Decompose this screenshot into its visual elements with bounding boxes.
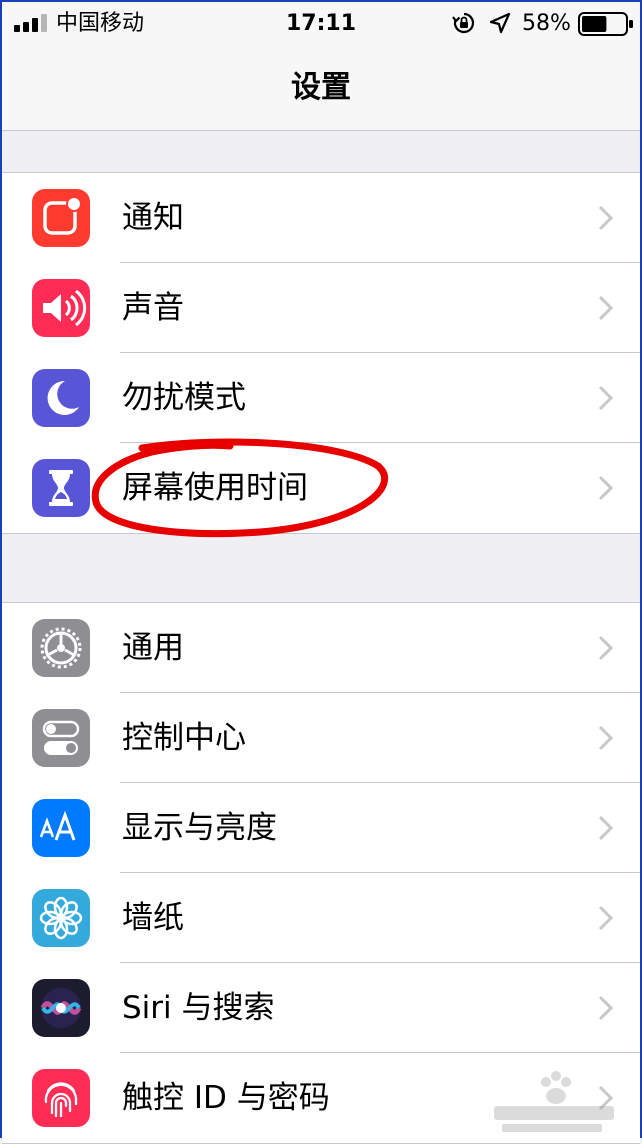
settings-row-label: Siri 与搜索 bbox=[122, 990, 275, 1026]
settings-row-label: 通用 bbox=[122, 630, 184, 666]
settings-row-label: 屏幕使用时间 bbox=[122, 470, 308, 506]
settings-row-label: 勿扰模式 bbox=[122, 380, 246, 416]
flower-icon bbox=[32, 889, 90, 947]
gear-icon bbox=[32, 619, 90, 677]
settings-row-label: 显示与亮度 bbox=[122, 810, 277, 846]
settings-row-label: 通知 bbox=[122, 200, 184, 236]
settings-row-label: 墙纸 bbox=[122, 900, 184, 936]
chevron-right-icon bbox=[598, 1085, 614, 1111]
settings-row-label: 触控 ID 与密码 bbox=[122, 1080, 330, 1116]
battery-percent: 58% bbox=[522, 11, 571, 36]
battery-icon bbox=[578, 12, 633, 36]
settings-row-sounds[interactable]: 声音 bbox=[2, 263, 640, 353]
settings-row-siri-search[interactable]: Siri 与搜索 bbox=[2, 963, 640, 1053]
chevron-right-icon bbox=[598, 635, 614, 661]
chevron-right-icon bbox=[598, 385, 614, 411]
chevron-right-icon bbox=[598, 905, 614, 931]
settings-row-control-center[interactable]: 控制中心 bbox=[2, 693, 640, 783]
settings-row-general[interactable]: 通用 bbox=[2, 603, 640, 693]
chevron-right-icon bbox=[598, 815, 614, 841]
settings-row-notifications[interactable]: 通知 bbox=[2, 173, 640, 263]
status-bar: 中国移动 17:11 58% bbox=[2, 2, 640, 46]
chevron-right-icon bbox=[598, 295, 614, 321]
chevron-right-icon bbox=[598, 995, 614, 1021]
chevron-right-icon bbox=[598, 725, 614, 751]
settings-group-1: 通知 声音 勿扰模式 屏幕使用时间 bbox=[2, 172, 640, 534]
settings-row-screen-time[interactable]: 屏幕使用时间 bbox=[2, 443, 640, 533]
rotation-lock-icon bbox=[452, 12, 475, 34]
settings-row-label: 声音 bbox=[122, 290, 184, 326]
moon-icon bbox=[32, 369, 90, 427]
text-size-icon bbox=[32, 799, 90, 857]
settings-row-do-not-disturb[interactable]: 勿扰模式 bbox=[2, 353, 640, 443]
page-title: 设置 bbox=[291, 70, 351, 105]
settings-row-display-brightness[interactable]: 显示与亮度 bbox=[2, 783, 640, 873]
toggles-icon bbox=[32, 709, 90, 767]
sound-icon bbox=[32, 279, 90, 337]
notifications-icon bbox=[32, 189, 90, 247]
settings-row-label: 控制中心 bbox=[122, 720, 246, 756]
chevron-right-icon bbox=[598, 205, 614, 231]
settings-row-touch-id-passcode[interactable]: 触控 ID 与密码 bbox=[2, 1053, 640, 1143]
settings-row-wallpaper[interactable]: 墙纸 bbox=[2, 873, 640, 963]
navigation-bar: 设置 bbox=[2, 46, 640, 131]
chevron-right-icon bbox=[598, 475, 614, 501]
fingerprint-icon bbox=[32, 1069, 90, 1127]
location-arrow-icon bbox=[489, 12, 511, 34]
siri-icon bbox=[32, 979, 90, 1037]
settings-group-2: 通用 控制中心 显示与亮度 墙纸 Siri 与搜索 触控 ID 与密码 bbox=[2, 602, 640, 1144]
hourglass-icon bbox=[32, 459, 90, 517]
